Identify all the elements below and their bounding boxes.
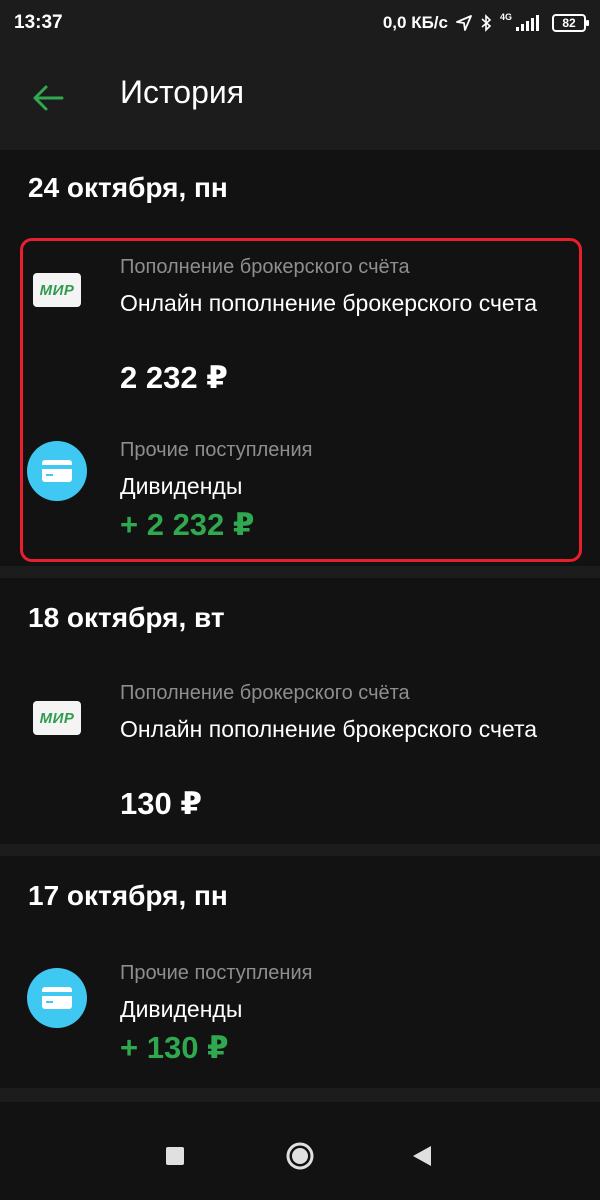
status-time: 13:37 xyxy=(14,12,63,33)
transaction-name: Онлайн пополнение брокерского счета xyxy=(120,290,538,316)
app-header: История xyxy=(0,46,600,150)
bluetooth-icon xyxy=(481,14,492,32)
transaction-name: Дивиденды xyxy=(120,473,243,499)
page-title: История xyxy=(120,74,245,110)
net-speed: 0,0 КБ/с xyxy=(382,13,448,32)
transaction-amount: 130 ₽ xyxy=(120,786,202,821)
status-bar: 13:37 0,0 КБ/с 4G 82 xyxy=(0,0,600,46)
transaction-item[interactable]: МИР Пополнение брокерского счёта Онлайн … xyxy=(0,678,600,838)
mir-card-icon: МИР xyxy=(27,696,87,756)
transaction-amount: 2 232 ₽ xyxy=(120,360,228,395)
date-heading: 24 октября, пн xyxy=(28,172,228,203)
date-heading: 18 октября, вт xyxy=(28,602,225,633)
system-back-button[interactable] xyxy=(382,1112,462,1200)
location-icon xyxy=(456,15,472,31)
transaction-item[interactable]: Прочие поступления Дивиденды + 2 232 ₽ xyxy=(0,435,600,555)
bank-card-icon xyxy=(42,987,72,1009)
network-type: 4G xyxy=(499,11,512,22)
card-icon xyxy=(27,968,87,1028)
transaction-name: Дивиденды xyxy=(120,996,243,1022)
transaction-category: Прочие поступления xyxy=(120,439,313,461)
system-nav-bar xyxy=(0,1112,600,1200)
arrow-left-icon xyxy=(33,85,64,111)
card-icon xyxy=(27,441,87,501)
square-icon xyxy=(166,1147,184,1165)
mir-logo: МИР xyxy=(33,701,81,735)
transaction-amount: + 130 ₽ xyxy=(120,1030,229,1065)
history-group: 18 октября, вт МИР Пополнение брокерског… xyxy=(0,578,600,844)
circle-icon xyxy=(286,1142,314,1170)
section-divider xyxy=(0,1088,600,1102)
transaction-amount: + 2 232 ₽ xyxy=(120,507,255,542)
transaction-item[interactable]: МИР Пополнение брокерского счёта Онлайн … xyxy=(0,250,600,420)
section-divider xyxy=(0,844,600,856)
history-group: 17 октября, пн Прочие поступления Дивиде… xyxy=(0,856,600,1088)
history-group: 24 октября, пн МИР Пополнение брокерског… xyxy=(0,150,600,564)
mir-logo: МИР xyxy=(33,273,81,307)
transaction-category: Пополнение брокерского счёта xyxy=(120,682,410,704)
transaction-category: Пополнение брокерского счёта xyxy=(120,256,410,278)
triangle-back-icon xyxy=(413,1146,431,1166)
transaction-category: Прочие поступления xyxy=(120,962,313,984)
recents-button[interactable] xyxy=(135,1112,215,1200)
home-button[interactable] xyxy=(260,1112,340,1200)
bank-card-icon xyxy=(42,460,72,482)
transaction-item[interactable]: Прочие поступления Дивиденды + 130 ₽ xyxy=(0,962,600,1084)
battery-icon: 82 xyxy=(552,14,589,32)
back-button[interactable] xyxy=(28,78,68,118)
date-heading: 17 октября, пн xyxy=(28,880,228,911)
transaction-name: Онлайн пополнение брокерского счета xyxy=(120,716,538,742)
mir-card-icon: МИР xyxy=(27,268,87,328)
signal-icon xyxy=(516,15,539,31)
status-icons: 0,0 КБ/с 4G 82 xyxy=(382,11,589,33)
section-divider xyxy=(0,566,600,578)
